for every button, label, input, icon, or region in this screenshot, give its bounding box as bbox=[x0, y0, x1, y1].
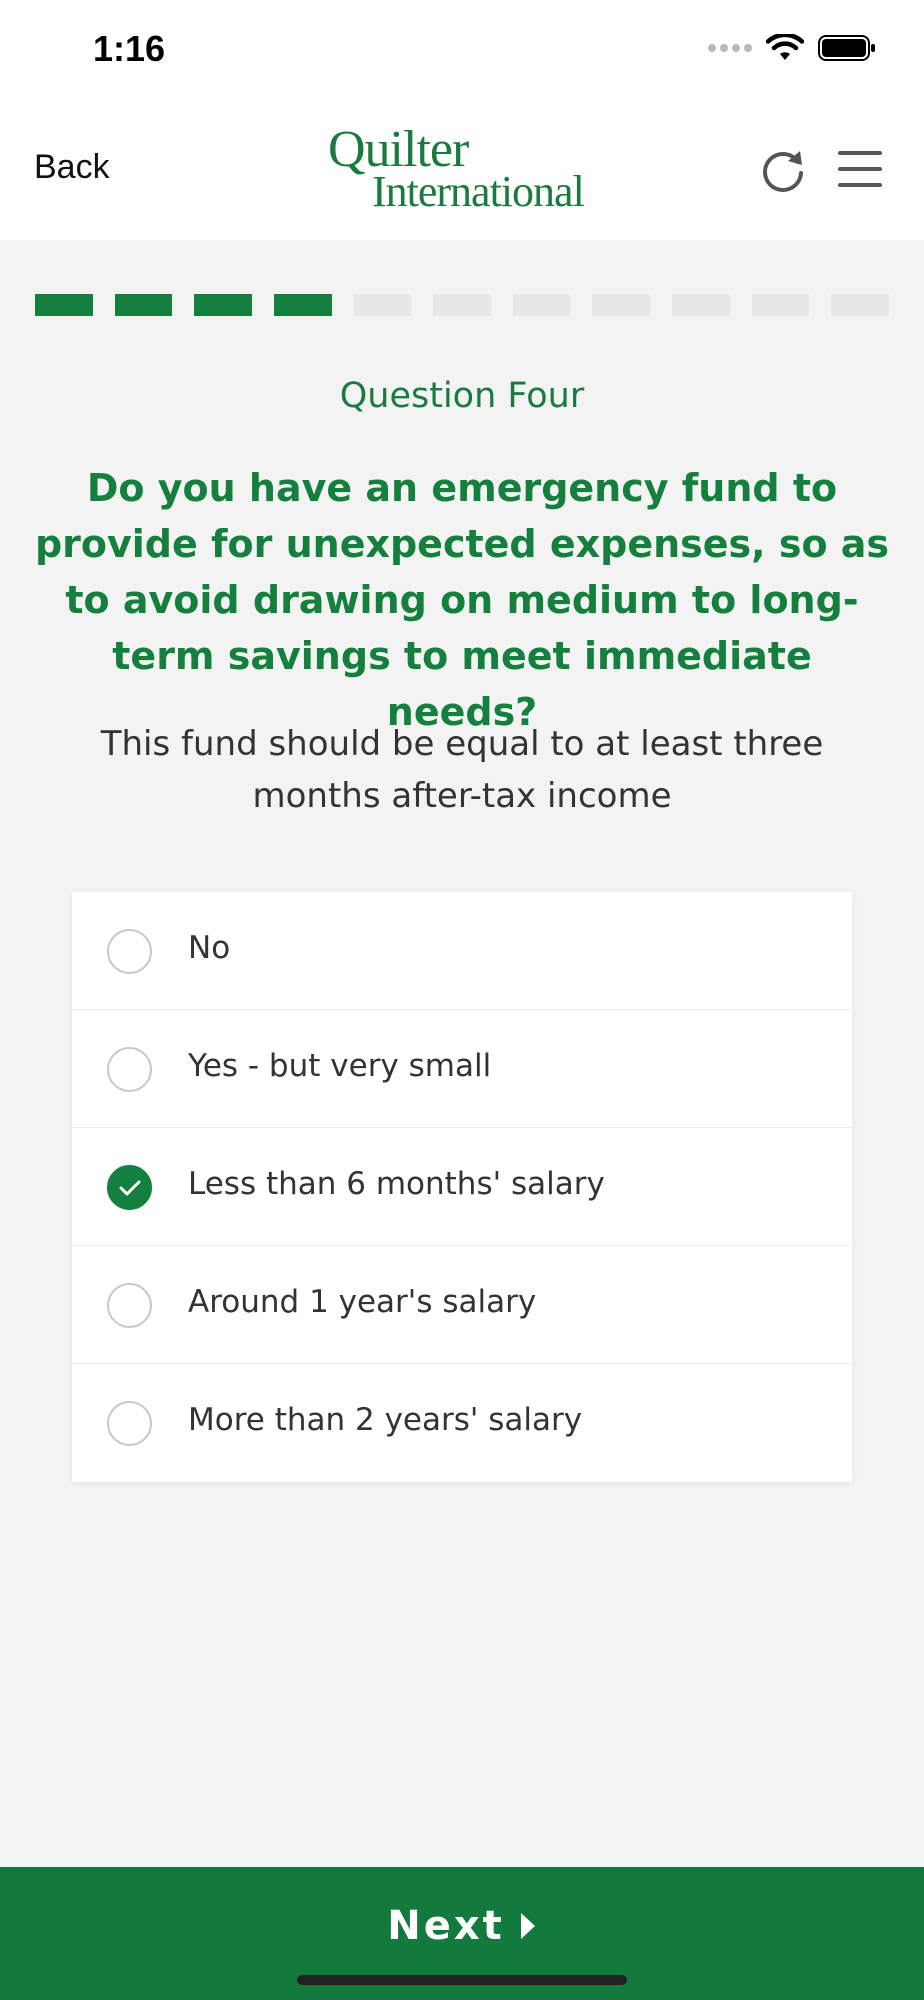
hamburger-menu-icon[interactable] bbox=[836, 148, 884, 190]
progress-segment-complete bbox=[35, 294, 93, 316]
option-label: Around 1 year's salary bbox=[188, 1284, 537, 1320]
refresh-icon[interactable] bbox=[758, 146, 808, 196]
caret-right-icon bbox=[520, 1913, 535, 1939]
progress-segment-pending bbox=[831, 294, 890, 316]
status-time: 1:16 bbox=[93, 28, 166, 69]
option-yes-very-small[interactable]: Yes - but very small bbox=[72, 1010, 852, 1128]
progress-segment-pending bbox=[672, 294, 730, 316]
option-less-than-6-months[interactable]: Less than 6 months' salary bbox=[72, 1128, 852, 1246]
navigation-bar: Back Quilter International bbox=[0, 100, 924, 240]
answer-options: No Yes - but very small Less than 6 mont… bbox=[72, 892, 852, 1482]
progress-segment-complete bbox=[194, 294, 252, 316]
progress-segment-complete bbox=[114, 294, 173, 316]
question-title: Do you have an emergency fund to provide… bbox=[34, 466, 890, 734]
logo-line2: International bbox=[372, 167, 585, 216]
cellular-signal-icon bbox=[708, 44, 752, 52]
option-label: Yes - but very small bbox=[188, 1048, 492, 1084]
question-progress-bar bbox=[35, 294, 890, 316]
option-label: No bbox=[188, 930, 231, 966]
home-indicator bbox=[297, 1975, 627, 1985]
option-around-1-year[interactable]: Around 1 year's salary bbox=[72, 1246, 852, 1364]
progress-segment-pending bbox=[592, 294, 651, 316]
option-label: Less than 6 months' salary bbox=[188, 1166, 605, 1202]
status-icons bbox=[708, 34, 876, 62]
wifi-icon bbox=[766, 34, 804, 60]
back-button[interactable]: Back bbox=[34, 148, 110, 187]
radio-icon[interactable] bbox=[107, 929, 152, 974]
progress-segment-pending bbox=[433, 294, 491, 316]
checkmark-icon bbox=[119, 1180, 141, 1196]
radio-icon[interactable] bbox=[107, 1401, 152, 1446]
question-hint: This fund should be equal to at least th… bbox=[100, 724, 824, 816]
next-label: Next bbox=[387, 1903, 505, 1949]
progress-segment-pending bbox=[353, 294, 412, 316]
progress-segment-complete bbox=[273, 294, 332, 316]
question-number: Question Four bbox=[339, 376, 585, 416]
battery-icon bbox=[818, 35, 875, 61]
option-more-than-2-years[interactable]: More than 2 years' salary bbox=[72, 1364, 852, 1482]
progress-segment-pending bbox=[512, 294, 571, 316]
radio-icon[interactable] bbox=[107, 1283, 152, 1328]
quilter-international-logo: Quilter International bbox=[328, 120, 608, 220]
radio-checked-icon[interactable] bbox=[107, 1165, 152, 1210]
status-bar: 1:16 bbox=[0, 0, 924, 100]
radio-icon[interactable] bbox=[107, 1047, 152, 1092]
option-label: More than 2 years' salary bbox=[188, 1402, 583, 1438]
option-no[interactable]: No bbox=[72, 892, 852, 1010]
progress-segment-pending bbox=[751, 294, 810, 316]
